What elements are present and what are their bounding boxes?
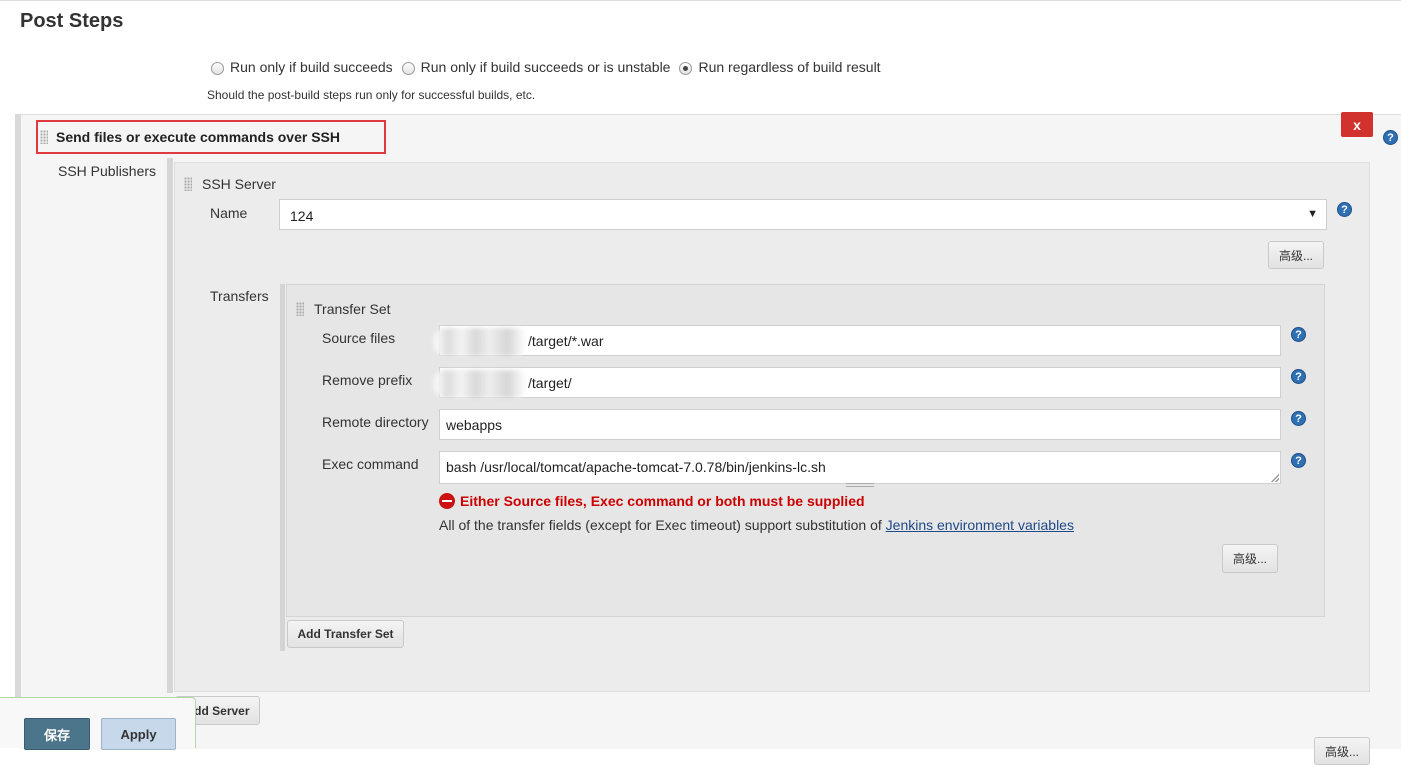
info-text: All of the transfer fields (except for E… (439, 517, 886, 533)
transfer-advanced-button[interactable]: 高级... (1222, 544, 1278, 573)
remove-prefix-input[interactable]: /target/ (434, 367, 1281, 398)
env-vars-link[interactable]: Jenkins environment variables (886, 517, 1074, 533)
radio-label-run-if-success[interactable]: Run only if build succeeds (230, 59, 393, 75)
ssh-server-header: SSH Server (202, 176, 276, 192)
drag-handle-icon[interactable] (296, 302, 304, 316)
remove-prefix-label: Remove prefix (322, 372, 413, 388)
source-files-input[interactable]: /target/*.war (434, 325, 1281, 356)
drag-handle-icon[interactable] (184, 177, 192, 191)
question-circle-icon[interactable]: ? (1337, 202, 1352, 217)
exec-command-label: Exec command (322, 456, 419, 472)
save-button[interactable]: 保存 (24, 718, 90, 750)
ssh-step-title: Send files or execute commands over SSH (56, 129, 340, 145)
question-circle-icon[interactable]: ? (1291, 369, 1306, 384)
exec-command-textarea[interactable]: bash /usr/local/tomcat/apache-tomcat-7.0… (439, 451, 1281, 484)
exec-command-value: bash /usr/local/tomcat/apache-tomcat-7.0… (446, 459, 826, 475)
redacted-path (434, 370, 526, 398)
add-transfer-set-button[interactable]: Add Transfer Set (287, 620, 404, 648)
no-entry-icon (439, 493, 455, 509)
transfer-rail (280, 284, 285, 651)
remote-directory-input[interactable]: webapps (439, 409, 1281, 440)
top-divider (0, 0, 1401, 1)
radio-label-run-regardless[interactable]: Run regardless of build result (698, 59, 880, 75)
remove-prefix-value: /target/ (528, 375, 572, 391)
radio-run-if-unstable[interactable] (401, 61, 415, 75)
chevron-down-icon: ▼ (1307, 208, 1318, 220)
question-circle-icon[interactable]: ? (1291, 453, 1306, 468)
redacted-path (434, 328, 526, 356)
server-name-select[interactable]: 124 ▼ (279, 199, 1327, 230)
substitution-info: All of the transfer fields (except for E… (439, 517, 1074, 533)
radio-run-regardless[interactable] (679, 61, 693, 75)
question-circle-icon[interactable]: ? (1383, 130, 1398, 145)
radio-label-run-if-unstable[interactable]: Run only if build succeeds or is unstabl… (421, 59, 671, 75)
question-circle-icon[interactable]: ? (1291, 411, 1306, 426)
run-condition-hint: Should the post-build steps run only for… (207, 88, 536, 102)
source-files-label: Source files (322, 330, 396, 346)
validation-error: Either Source files, Exec command or bot… (439, 493, 865, 509)
transfers-label: Transfers (210, 288, 269, 304)
error-text: Either Source files, Exec command or bot… (460, 493, 865, 509)
textarea-expand-handle[interactable] (846, 483, 874, 487)
server-rail (167, 158, 173, 693)
ssh-publishers-label: SSH Publishers (58, 163, 157, 179)
question-circle-icon[interactable]: ? (1291, 327, 1306, 342)
transfer-set-header: Transfer Set (314, 301, 391, 317)
resize-handle-icon[interactable] (1271, 474, 1279, 482)
server-advanced-button[interactable]: 高级... (1268, 241, 1324, 269)
step-advanced-button[interactable]: 高级... (1314, 737, 1370, 765)
section-title: Post Steps (20, 10, 124, 32)
apply-button[interactable]: Apply (101, 718, 176, 750)
radio-run-if-success[interactable] (211, 61, 224, 75)
delete-step-button[interactable]: x (1341, 112, 1373, 137)
name-label: Name (210, 205, 248, 221)
server-name-value: 124 (290, 208, 314, 224)
source-files-value: /target/*.war (528, 333, 604, 349)
remote-directory-label: Remote directory (322, 414, 429, 430)
run-condition-radio-group: Run only if build succeeds Run only if b… (211, 59, 890, 75)
